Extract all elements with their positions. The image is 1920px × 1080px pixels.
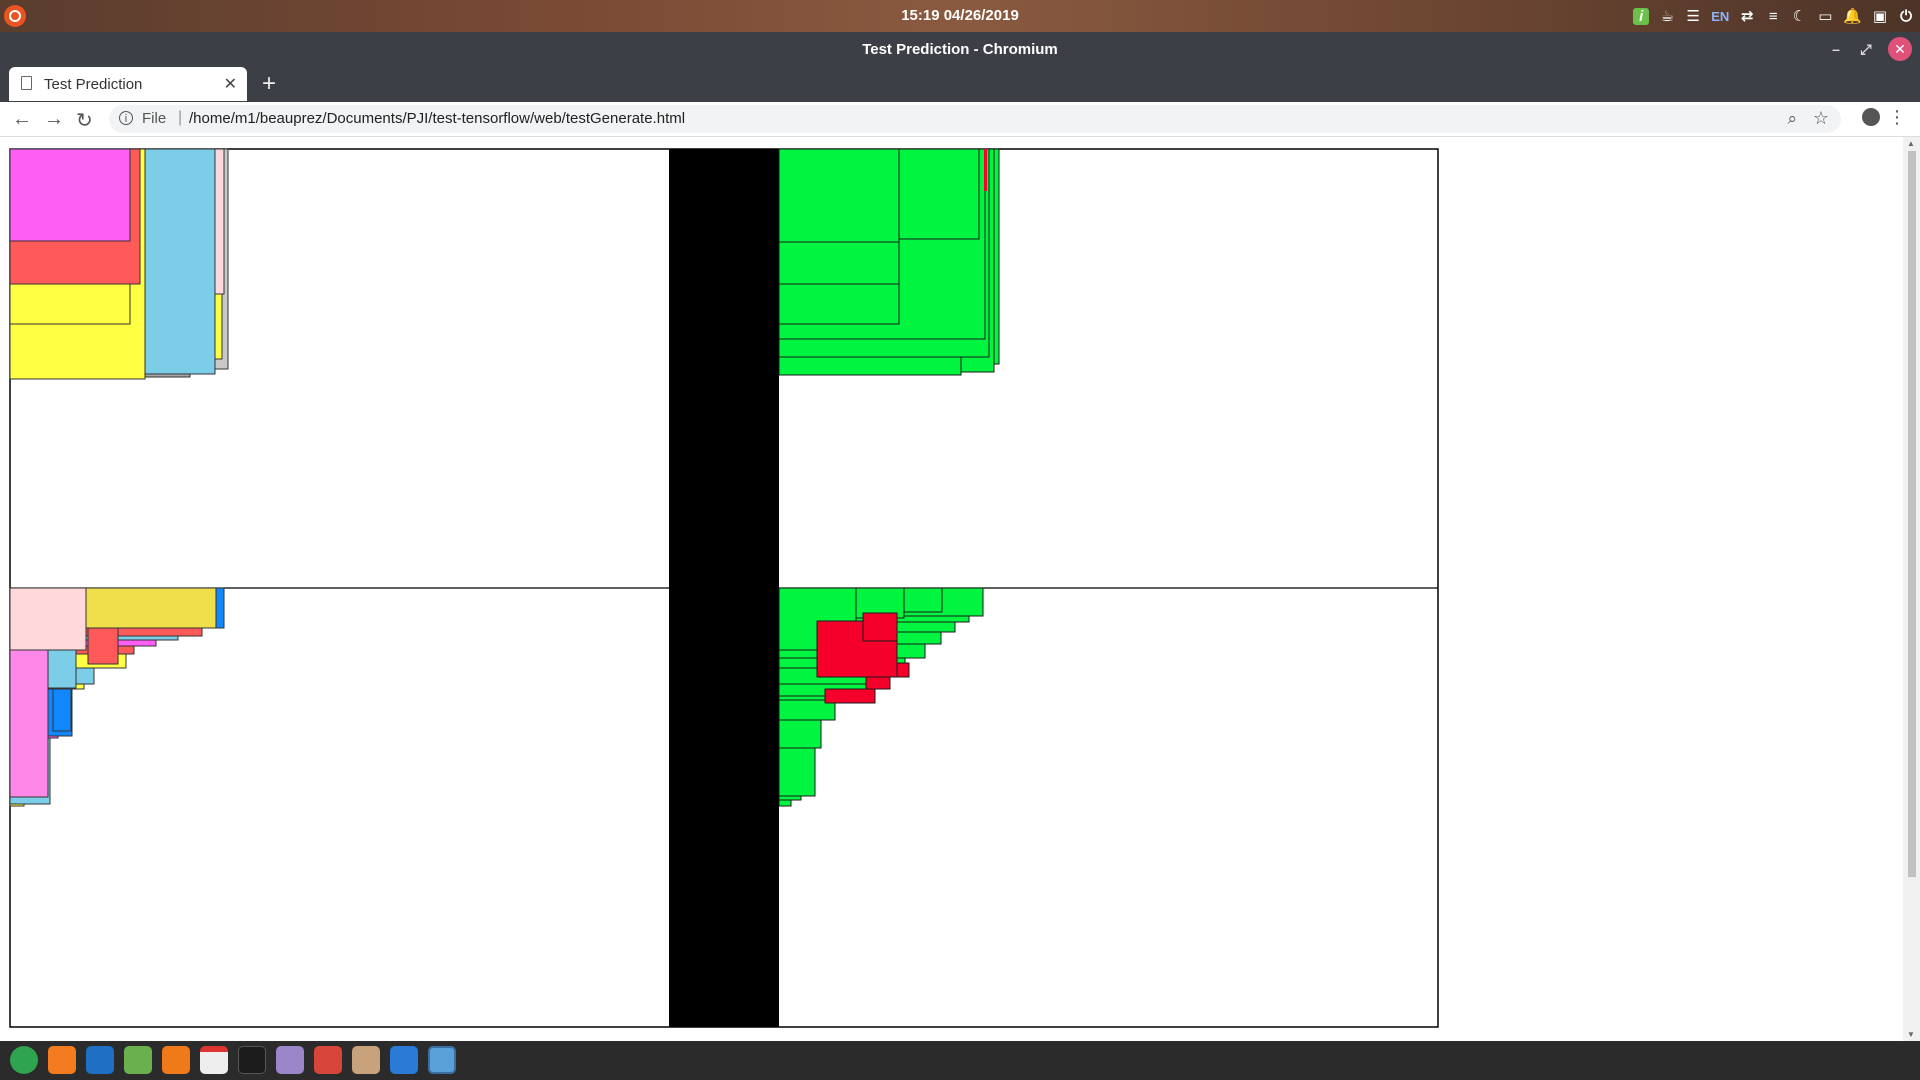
power-icon[interactable]: ⏻ (1898, 8, 1914, 25)
coffee-icon[interactable]: ☕ (1659, 7, 1675, 25)
screen-icon[interactable]: ▣ (1872, 7, 1888, 25)
top-right-rect-group (778, 148, 1000, 376)
system-tray: i ☕ ☰ EN ⇄ ≡ ☾ ▭ 🔔 ▣ ⏻ (1633, 4, 1914, 28)
night-mode-icon[interactable]: ☾ (1791, 7, 1807, 25)
network-icon[interactable]: ⇄ (1739, 7, 1755, 25)
system-clock[interactable]: 15:19 04/26/2019 (0, 7, 1920, 24)
scroll-down-arrow-icon[interactable]: ▼ (1907, 1030, 1915, 1039)
atom-app-icon[interactable] (124, 1046, 152, 1074)
browser-menu-icon[interactable]: ⋮ (1888, 107, 1906, 128)
window-title: Test Prediction - Chromium (862, 41, 1058, 58)
forward-arrow-icon[interactable]: → (44, 108, 64, 131)
tab-close-icon[interactable]: ✕ (224, 74, 237, 94)
back-arrow-icon[interactable]: ← (12, 108, 32, 131)
terminal-app-icon[interactable] (238, 1046, 266, 1074)
bookmark-star-icon[interactable]: ☆ (1813, 108, 1829, 129)
chromium-app-icon[interactable] (10, 1046, 38, 1074)
new-tab-button[interactable]: + (262, 70, 276, 98)
browser-toolbar: ← → ↻ i File | /home/m1/beauprez/Documen… (0, 102, 1920, 137)
files-app-icon[interactable] (276, 1046, 304, 1074)
info-icon[interactable]: i (1633, 7, 1650, 25)
menu-icon[interactable]: ≡ (1765, 8, 1781, 25)
site-info-icon[interactable]: i (119, 111, 133, 125)
zoom-icon[interactable]: ⌕ (1787, 109, 1797, 129)
maximize-button[interactable]: ⤢ (1858, 41, 1874, 57)
text-editor-app-icon[interactable] (390, 1046, 418, 1074)
address-url[interactable]: /home/m1/beauprez/Documents/PJI/test-ten… (189, 110, 685, 127)
reload-icon[interactable]: ↻ (76, 108, 93, 133)
scroll-up-arrow-icon[interactable]: ▲ (1907, 139, 1915, 148)
tab-test-prediction[interactable]: Test Prediction ✕ (9, 67, 247, 101)
vscode-app-icon[interactable] (86, 1046, 114, 1074)
page-viewport (0, 137, 1920, 1041)
profile-avatar-icon[interactable] (1862, 108, 1880, 126)
tab-strip: Test Prediction ✕ + (0, 66, 1920, 102)
scrollbar-thumb[interactable] (1908, 151, 1916, 877)
image-viewer-app-icon[interactable] (314, 1046, 342, 1074)
taskbar-dock (0, 1041, 1920, 1080)
list-icon[interactable]: ☰ (1685, 7, 1701, 25)
screenshot-app-icon[interactable] (428, 1046, 456, 1074)
black-separator-column (669, 149, 779, 1027)
media-player-app-icon[interactable] (162, 1046, 190, 1074)
address-separator: | (178, 109, 183, 126)
top-left-rect-group (9, 148, 229, 380)
minimize-button[interactable]: – (1828, 41, 1844, 57)
generated-canvas (9, 148, 1439, 1028)
window-controls: – ⤢ ✕ (1828, 37, 1912, 61)
firefox-app-icon[interactable] (48, 1046, 76, 1074)
window-titlebar: Test Prediction - Chromium – ⤢ ✕ (0, 32, 1920, 66)
page-icon (21, 76, 32, 90)
keyboard-layout-indicator[interactable]: EN (1711, 9, 1729, 24)
page-scrollbar[interactable]: ▲ ▼ (1903, 137, 1920, 1041)
java-app-icon[interactable] (352, 1046, 380, 1074)
address-scheme-label: File (142, 110, 167, 127)
address-bar[interactable]: i File | /home/m1/beauprez/Documents/PJI… (109, 105, 1841, 133)
system-top-panel: 15:19 04/26/2019 i ☕ ☰ EN ⇄ ≡ ☾ ▭ 🔔 ▣ ⏻ (0, 0, 1920, 32)
calendar-app-icon[interactable] (200, 1046, 228, 1074)
close-window-button[interactable]: ✕ (1888, 37, 1912, 61)
tab-label: Test Prediction (44, 76, 143, 93)
folder-icon[interactable]: ▭ (1817, 7, 1833, 25)
notification-bell-icon[interactable]: 🔔 (1843, 7, 1862, 25)
